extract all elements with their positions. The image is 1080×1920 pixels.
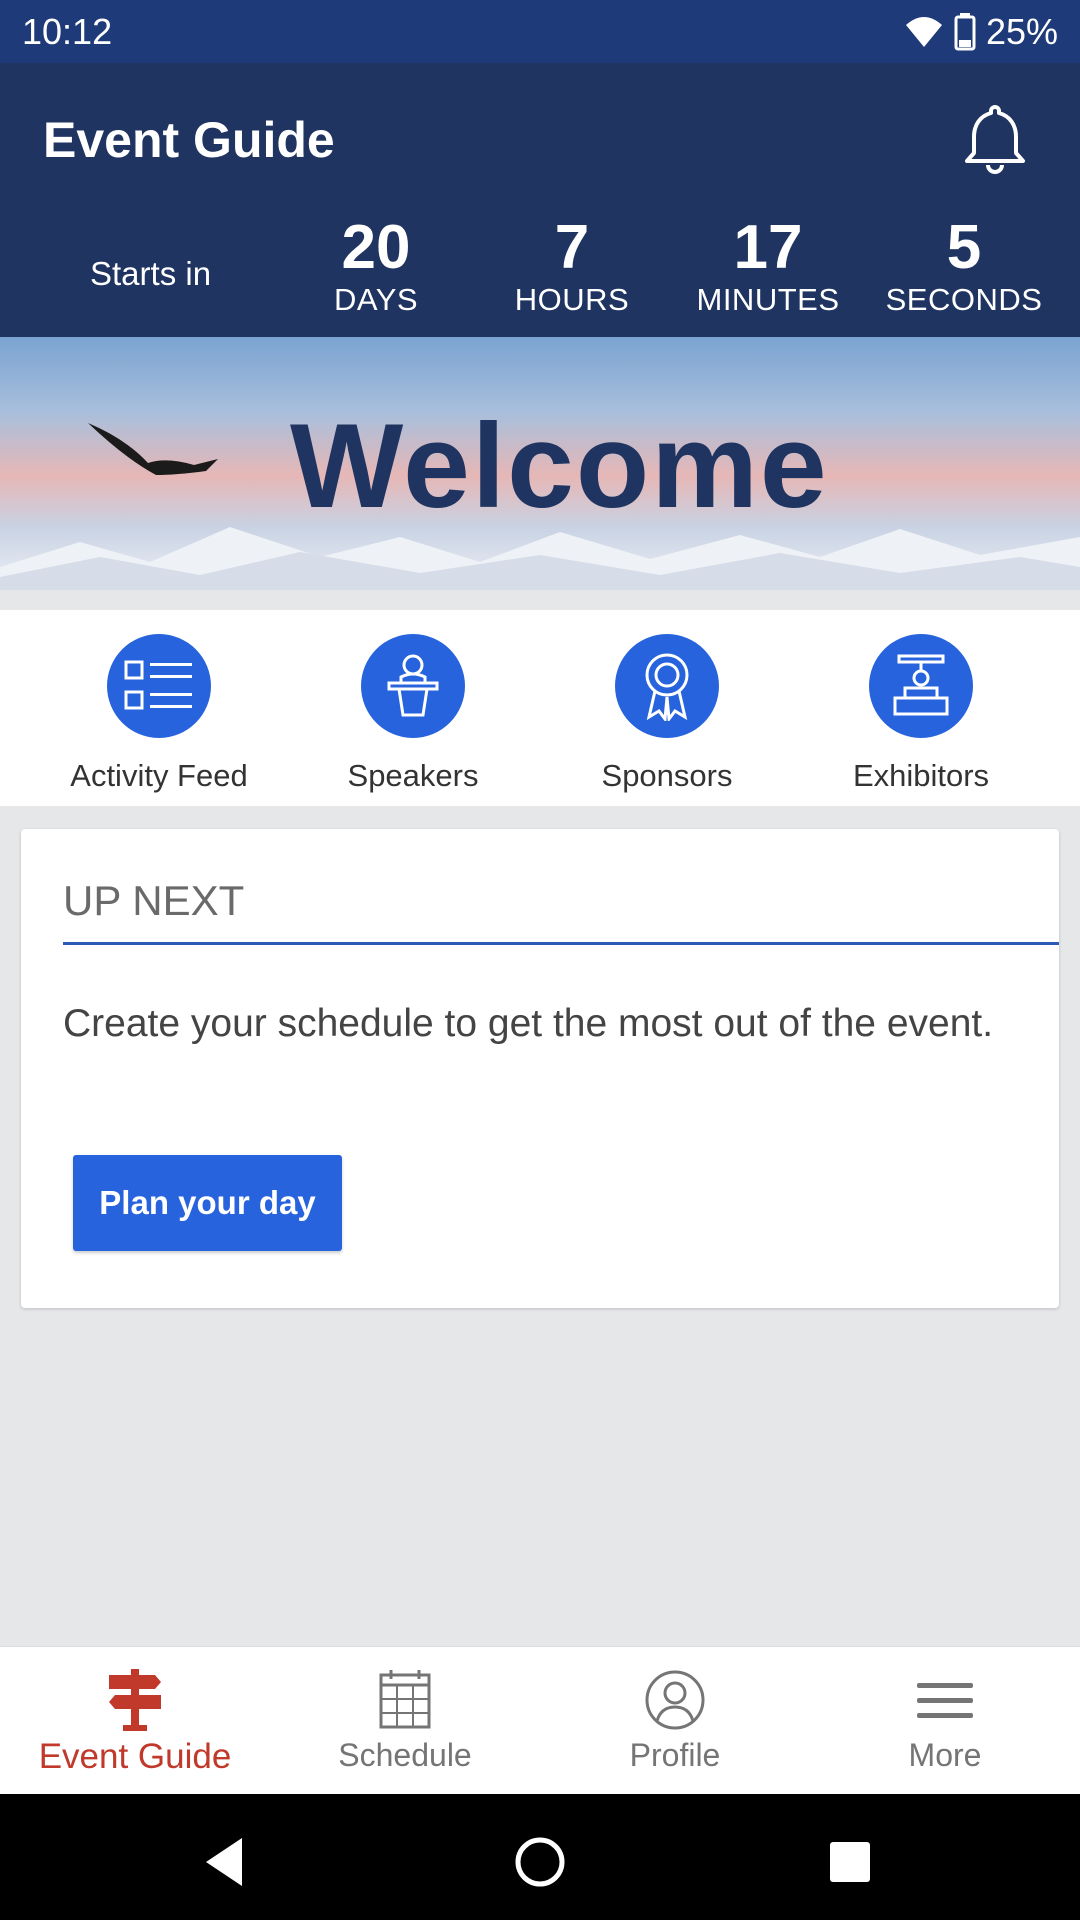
countdown-value: 17 xyxy=(733,213,803,282)
tab-more[interactable]: More xyxy=(810,1647,1080,1795)
plan-your-day-button[interactable]: Plan your day xyxy=(73,1155,342,1251)
countdown-unit-label: MINUTES xyxy=(696,282,840,317)
wifi-icon xyxy=(905,16,942,47)
quick-nav-label: Exhibitors xyxy=(852,758,990,793)
tab-label: Event Guide xyxy=(38,1737,232,1776)
calendar-icon xyxy=(379,1670,431,1729)
quick-nav: Activity Feed Speakers Sponsors Exhibito… xyxy=(0,610,1080,806)
status-icons: 25% xyxy=(904,11,1058,53)
status-bar: 10:12 25% xyxy=(0,0,1080,63)
tab-event-guide[interactable]: Event Guide xyxy=(0,1647,270,1795)
battery-icon xyxy=(954,12,976,50)
quick-nav-exhibitors[interactable]: Exhibitors xyxy=(794,634,1048,794)
bell-icon[interactable] xyxy=(960,101,1030,177)
booth-icon xyxy=(893,654,949,716)
countdown-days: 20 DAYS xyxy=(278,215,474,319)
countdown-minutes: 17 MINUTES xyxy=(670,215,866,319)
up-next-card: UP NEXT Create your schedule to get the … xyxy=(21,829,1059,1308)
eagle-icon xyxy=(88,423,218,475)
battery-percent: 25% xyxy=(985,10,1058,52)
divider xyxy=(63,942,1059,945)
countdown-unit-label: HOURS xyxy=(514,282,630,317)
countdown-hours: 7 HOURS xyxy=(474,215,670,319)
card-message: Create your schedule to get the most out… xyxy=(63,1002,994,1045)
quick-nav-sponsors[interactable]: Sponsors xyxy=(540,634,794,794)
countdown-value: 7 xyxy=(554,213,590,282)
quick-nav-speakers[interactable]: Speakers xyxy=(286,634,540,794)
tab-label: Schedule xyxy=(338,1737,472,1773)
quick-nav-circle xyxy=(107,634,211,738)
tab-schedule[interactable]: Schedule xyxy=(270,1647,540,1795)
countdown: Starts in 20 DAYS 7 HOURS 17 MINUTES 5 S… xyxy=(0,215,1080,325)
quick-nav-circle xyxy=(869,634,973,738)
ribbon-award-icon xyxy=(645,653,689,721)
quick-nav-activity-feed[interactable]: Activity Feed xyxy=(32,634,286,794)
signpost-icon xyxy=(109,1669,161,1731)
page-title: Event Guide xyxy=(43,112,335,168)
home-icon[interactable] xyxy=(510,1832,570,1892)
mountains-image xyxy=(0,527,1080,590)
tab-label: Profile xyxy=(629,1737,721,1773)
tab-label: More xyxy=(908,1737,982,1773)
back-icon[interactable] xyxy=(196,1832,256,1892)
countdown-value: 5 xyxy=(946,213,982,282)
app-header: Event Guide Starts in 20 DAYS 7 HOURS 17… xyxy=(0,63,1080,337)
system-nav-bar xyxy=(0,1794,1080,1920)
list-icon xyxy=(124,660,192,710)
countdown-value: 20 xyxy=(341,213,411,282)
countdown-seconds: 5 SECONDS xyxy=(866,215,1062,319)
quick-nav-label: Sponsors xyxy=(601,758,733,793)
quick-nav-label: Speakers xyxy=(347,758,479,793)
bottom-tab-bar: Event Guide Schedule Profile More xyxy=(0,1646,1080,1794)
profile-icon xyxy=(645,1670,705,1730)
countdown-unit-label: SECONDS xyxy=(885,282,1043,317)
quick-nav-label: Activity Feed xyxy=(70,758,248,793)
tab-profile[interactable]: Profile xyxy=(540,1647,810,1795)
countdown-label: Starts in xyxy=(90,255,212,292)
welcome-banner: Welcome xyxy=(0,337,1080,590)
countdown-unit-label: DAYS xyxy=(333,282,419,317)
menu-icon xyxy=(917,1683,973,1718)
quick-nav-circle xyxy=(361,634,465,738)
recents-icon[interactable] xyxy=(820,1832,880,1892)
podium-speaker-icon xyxy=(387,654,439,717)
quick-nav-circle xyxy=(615,634,719,738)
status-time: 10:12 xyxy=(22,10,113,52)
card-title: UP NEXT xyxy=(63,877,245,924)
